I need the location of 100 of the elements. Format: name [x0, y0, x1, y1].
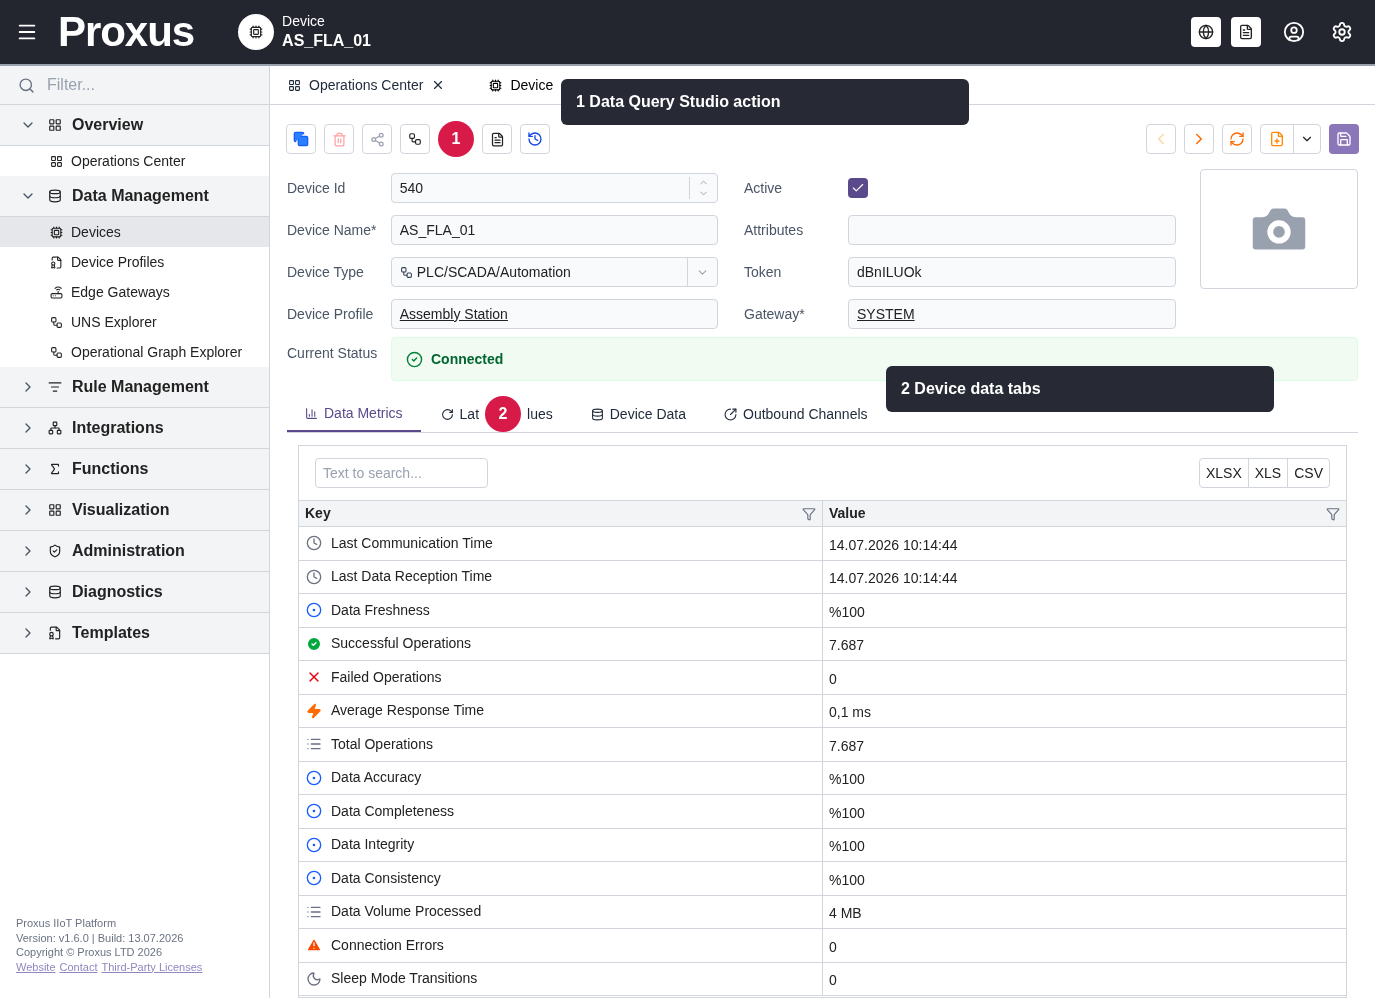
type-icon — [399, 265, 413, 279]
nav-group[interactable]: Integrations — [0, 408, 269, 449]
footer-text: Proxus IIoT Platform — [16, 916, 118, 931]
table-cell-text: %100 — [829, 602, 865, 622]
nav-group-label: Templates — [72, 623, 150, 643]
document-icon — [48, 626, 62, 640]
data-tab[interactable]: Data Metrics — [287, 396, 421, 432]
nav-group-label: Rule Management — [72, 377, 209, 397]
nav-group[interactable]: Templates — [0, 613, 269, 654]
table-cell-text: Data Freshness — [331, 600, 430, 620]
table-cell-text: Total Operations — [331, 734, 433, 754]
grid-icon — [48, 118, 62, 132]
hierarchy-icon — [50, 345, 63, 359]
table-cell-text: %100 — [829, 870, 865, 890]
grid-icon — [288, 78, 301, 92]
clock-icon — [306, 568, 322, 585]
nav-item[interactable]: Devices — [0, 217, 269, 247]
grid-icon — [50, 154, 63, 168]
table-cell-text: Data Completeness — [331, 801, 454, 821]
check-circle-icon — [306, 635, 322, 652]
save-button[interactable] — [1329, 124, 1359, 154]
nav-group[interactable]: Functions — [0, 449, 269, 490]
field-label: Device Name* — [287, 220, 378, 240]
brand-logo[interactable]: Proxus — [58, 11, 195, 53]
text-field[interactable]: AS_FLA_01 — [390, 215, 718, 245]
table-cell-text: %100 — [829, 837, 865, 857]
filter-icon[interactable] — [1326, 506, 1340, 521]
table-cell-text: %100 — [829, 803, 865, 823]
callout-badge: 2 — [485, 396, 522, 432]
document-button[interactable] — [1231, 17, 1261, 47]
settings-icon[interactable] — [1331, 21, 1353, 43]
data-tab[interactable]: Device Data — [572, 396, 704, 432]
user-icon[interactable] — [1283, 21, 1305, 43]
nav-group[interactable]: Rule Management — [0, 367, 269, 408]
text-field[interactable] — [848, 215, 1176, 245]
table-cell-text: 0 — [829, 669, 837, 689]
graph-button[interactable] — [362, 124, 392, 154]
hierarchy-icon — [50, 315, 63, 329]
rules-icon — [48, 380, 62, 394]
document-button[interactable] — [482, 124, 512, 154]
history-button[interactable] — [520, 124, 550, 154]
warning-icon — [306, 937, 322, 954]
nav-group-label: Visualization — [72, 500, 170, 520]
target-icon — [306, 602, 322, 619]
new-split-button[interactable] — [1260, 124, 1321, 154]
nav-group[interactable]: Administration — [0, 531, 269, 572]
target-icon — [306, 870, 322, 887]
sleep-icon — [306, 970, 322, 987]
table-cell-text: Data Integrity — [331, 835, 415, 855]
document-tab[interactable]: Operations Center — [288, 74, 446, 96]
refresh-button[interactable] — [1222, 124, 1252, 154]
table-cell-text: 14.07.2026 10:14:44 — [829, 569, 958, 589]
nav-group-label: Overview — [72, 115, 144, 135]
active-checkbox[interactable] — [848, 178, 868, 198]
chip-icon — [489, 78, 503, 92]
data-tab[interactable]: Lat 2 lues — [422, 396, 571, 432]
outbound-icon — [724, 407, 737, 421]
table-cell-text: 0 — [829, 971, 837, 991]
table-cell-text: Successful Operations — [331, 634, 472, 654]
tab-label: Lat — [459, 404, 480, 424]
export-button[interactable]: XLSX — [1199, 459, 1248, 487]
nav-group[interactable]: Diagnostics — [0, 572, 269, 613]
hierarchy-button[interactable] — [400, 124, 430, 154]
database-icon — [48, 585, 62, 599]
export-button[interactable]: XLS — [1247, 459, 1288, 487]
nav-group-label: Administration — [72, 541, 185, 561]
column-header[interactable]: Key — [299, 501, 823, 526]
export-button[interactable]: CSV — [1287, 459, 1329, 487]
table-cell-text: Last Communication Time — [331, 533, 493, 553]
gateway-icon — [50, 285, 63, 299]
target-icon — [306, 836, 322, 853]
grid-icon — [48, 503, 62, 517]
field-label: Device Profile — [287, 304, 375, 324]
field-label: Current Status — [287, 344, 379, 363]
field-label: Attributes — [744, 220, 805, 240]
database-icon — [590, 407, 604, 421]
context-label: Device — [282, 13, 326, 31]
nav-group[interactable]: Overview — [0, 105, 269, 146]
language-button[interactable] — [1191, 17, 1221, 47]
lookup-field[interactable]: SYSTEM — [848, 299, 1176, 329]
database-icon — [48, 189, 62, 203]
nav-group[interactable]: Visualization — [0, 490, 269, 531]
column-header[interactable]: Value — [823, 501, 1346, 526]
nav-group[interactable]: Data Management — [0, 176, 269, 217]
select-field[interactable]: PLC/SCADA/Automation — [390, 257, 718, 287]
document-icon — [50, 255, 63, 269]
callout-badge: 1 — [438, 121, 474, 157]
next-button[interactable] — [1184, 124, 1214, 154]
filter-icon[interactable] — [802, 506, 816, 521]
target-icon — [306, 769, 322, 786]
document-tab[interactable]: Device — [489, 74, 554, 96]
data-tab[interactable]: Outbound Channels — [706, 396, 886, 432]
text-field[interactable]: dBnILUOk — [848, 257, 1176, 287]
table-cell-text: Data Volume Processed — [331, 902, 482, 922]
network-icon — [48, 421, 62, 435]
refresh-icon — [440, 407, 454, 421]
table-cell-text: Connection Errors — [331, 935, 444, 955]
table-cell-text: 0 — [829, 937, 837, 957]
copy-button[interactable] — [286, 124, 316, 154]
lookup-field[interactable]: Assembly Station — [390, 299, 718, 329]
